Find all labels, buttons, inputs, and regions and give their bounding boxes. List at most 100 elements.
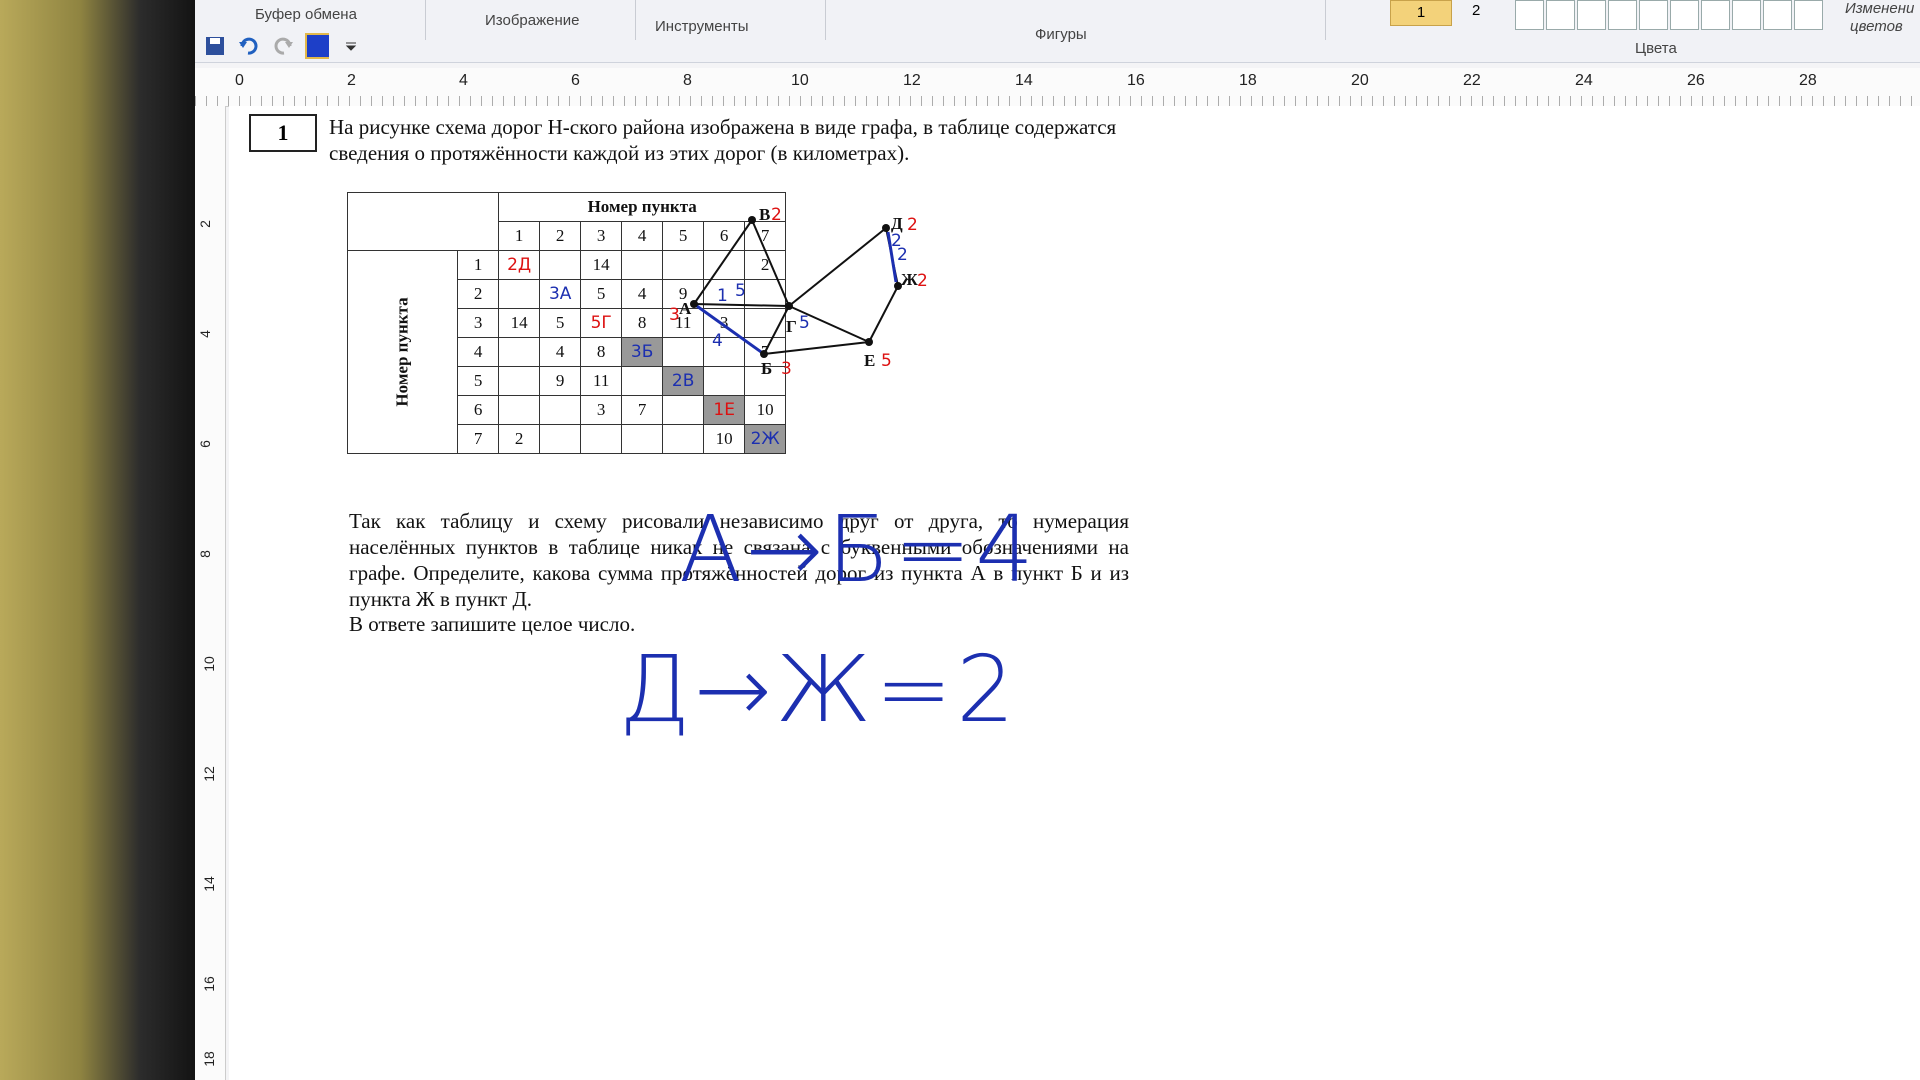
ruler-mark: 4 <box>459 72 468 89</box>
customize-dropdown-icon[interactable] <box>339 34 363 58</box>
node-label: Е <box>864 351 875 370</box>
handwritten-note: 5 <box>735 281 746 301</box>
task-intro: На рисунке схема дорог Н-ского района из… <box>329 115 1117 165</box>
table-cell <box>621 366 664 396</box>
table-cell <box>539 250 582 280</box>
row-header: 5 <box>457 366 500 396</box>
palette-swatch[interactable] <box>1701 0 1730 30</box>
table-cell <box>498 366 541 396</box>
handwritten-note: 2 <box>907 215 918 235</box>
node-v <box>748 216 756 224</box>
node-label: Б <box>761 359 772 378</box>
color-square-icon[interactable] <box>305 33 329 59</box>
table-cell: 14 <box>580 250 623 280</box>
palette-swatch[interactable] <box>1608 0 1637 30</box>
table-cell: 9 <box>539 366 582 396</box>
table-cell: 10 <box>703 424 746 454</box>
group-clipboard-label: Буфер обмена <box>255 6 357 23</box>
palette-swatch[interactable] <box>1794 0 1823 30</box>
table-cell: 2Д <box>498 250 541 280</box>
ruler-mark: 6 <box>571 72 580 89</box>
handwritten-note: 2 <box>917 271 928 291</box>
ruler-mark: 16 <box>1127 72 1145 89</box>
ruler-mark: 2 <box>196 220 213 228</box>
handwritten-note: 5 <box>881 351 892 371</box>
quick-access-toolbar <box>203 33 363 59</box>
table-cell <box>498 279 541 309</box>
edit-colors-label-1: Изменени <box>1845 0 1915 17</box>
table-cell: 2Ж <box>744 424 787 454</box>
node-e <box>865 338 873 346</box>
ruler-mark: 2 <box>347 72 356 89</box>
row-header: 1 <box>457 250 500 280</box>
table-cell <box>621 424 664 454</box>
redo-icon[interactable] <box>271 34 295 58</box>
canvas[interactable]: 1 На рисунке схема дорог Н-ского района … <box>229 106 1920 1080</box>
task-answer-hint: В ответе запишите целое число. <box>349 612 636 636</box>
palette-swatch[interactable] <box>1763 0 1792 30</box>
color2-button[interactable]: 2 <box>1472 2 1480 19</box>
palette-swatch[interactable] <box>1577 0 1606 30</box>
ruler-mark: 0 <box>235 72 244 89</box>
table-cell <box>580 424 623 454</box>
task-number: 1 <box>249 114 317 152</box>
group-image-label: Изображение <box>485 12 580 29</box>
ruler-mark: 24 <box>1575 72 1593 89</box>
group-colors-label: Цвета <box>1635 40 1677 57</box>
ruler-mark: 18 <box>1239 72 1257 89</box>
row-header: 6 <box>457 395 500 425</box>
save-icon[interactable] <box>203 34 227 58</box>
table-cell <box>662 424 705 454</box>
palette-swatch[interactable] <box>1639 0 1668 30</box>
handwritten-note: 2 <box>771 205 782 225</box>
row-header: 3 <box>457 308 500 338</box>
table-cell: 11 <box>580 366 623 396</box>
ruler-mark: 14 <box>1015 72 1033 89</box>
palette-swatch[interactable] <box>1670 0 1699 30</box>
ruler-mark: 22 <box>1463 72 1481 89</box>
handwritten-note: 3 <box>781 359 792 379</box>
node-label: А <box>679 299 692 318</box>
table-corner <box>346 192 500 251</box>
group-shapes-label: Фигуры <box>1035 26 1087 43</box>
table-header-side: Номер пункта <box>346 250 459 454</box>
palette-swatch[interactable] <box>1515 0 1544 30</box>
table-cell <box>621 250 664 280</box>
ruler-mark: 8 <box>196 550 213 558</box>
horizontal-ruler: 0 2 4 6 8 10 12 14 16 18 20 22 24 26 28 <box>195 68 1920 107</box>
table-cell <box>498 337 541 367</box>
palette-swatch[interactable] <box>1546 0 1575 30</box>
ruler-mark: 12 <box>903 72 921 89</box>
col-header: 1 <box>498 221 541 251</box>
col-header: 3 <box>580 221 623 251</box>
table-cell: 3А <box>539 279 582 309</box>
node-b <box>760 350 768 358</box>
group-tools-label: Инструменты <box>655 18 749 35</box>
node-label: Г <box>786 317 797 336</box>
ruler-mark: 20 <box>1351 72 1369 89</box>
node-label: В <box>759 205 770 224</box>
table-cell: 8 <box>580 337 623 367</box>
handwritten-answer-2: Д→Ж=2 <box>619 636 1019 743</box>
table-cell: 5Г <box>580 308 623 338</box>
row-header: 7 <box>457 424 500 454</box>
handwritten-note: 5 <box>799 313 810 333</box>
table-cell <box>498 395 541 425</box>
col-header: 2 <box>539 221 582 251</box>
table-cell <box>539 395 582 425</box>
ruler-mark: 14 <box>200 876 217 892</box>
table-cell: 14 <box>498 308 541 338</box>
row-header: 4 <box>457 337 500 367</box>
color1-button[interactable]: 1 <box>1390 0 1452 26</box>
table-cell: 5 <box>580 279 623 309</box>
ruler-mark: 18 <box>200 1051 217 1067</box>
row-header: 2 <box>457 279 500 309</box>
vertical-ruler: 2 4 6 8 10 12 14 16 18 <box>195 106 226 1080</box>
table-cell: 3Б <box>621 337 664 367</box>
undo-icon[interactable] <box>237 34 261 58</box>
ruler-mark: 10 <box>200 656 217 672</box>
handwritten-note: 1 <box>717 286 728 306</box>
palette-swatch[interactable] <box>1732 0 1761 30</box>
table-cell: 2 <box>498 424 541 454</box>
ruler-mark: 6 <box>196 440 213 448</box>
